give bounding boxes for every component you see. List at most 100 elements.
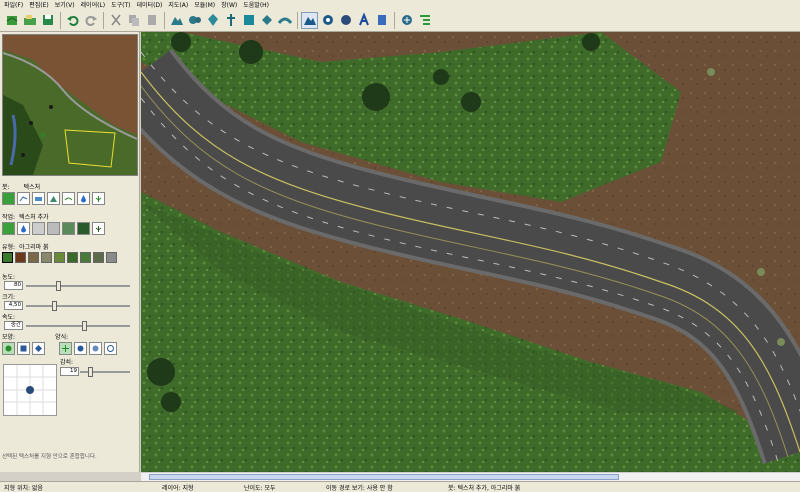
action-label: 작업: [2, 214, 16, 221]
brush-smooth-button[interactable] [62, 192, 75, 205]
scrollbar-thumb[interactable] [149, 474, 619, 480]
copy-button[interactable] [125, 12, 142, 29]
unit-layer-icon [340, 15, 351, 25]
region-palette-icon [243, 15, 254, 25]
water-icon [35, 197, 42, 201]
size-label: 크기: [2, 294, 16, 301]
cut-button[interactable] [107, 12, 124, 29]
action-buttons [2, 222, 107, 235]
status-location: 지형 위치: 없음 [4, 484, 43, 492]
menu-window[interactable]: 창(W) [221, 0, 237, 9]
unit-palette-button[interactable] [204, 12, 221, 29]
speed-slider-thumb[interactable] [82, 321, 87, 331]
density-value[interactable]: 80 [4, 281, 23, 290]
size-slider-thumb[interactable] [52, 301, 57, 311]
texture-swatch[interactable] [54, 252, 65, 263]
menu-module[interactable]: 모듈(M) [194, 0, 215, 9]
shape-square-button[interactable] [17, 342, 30, 355]
menu-edit[interactable]: 편집(E) [29, 0, 49, 9]
texture-swatch[interactable] [106, 252, 117, 263]
style-solid-button[interactable] [74, 342, 87, 355]
raise-icon [50, 196, 57, 202]
minimap[interactable] [2, 34, 138, 176]
speed-slider[interactable] [26, 325, 130, 327]
action-fill-button[interactable] [77, 222, 90, 235]
camera-palette-button[interactable] [258, 12, 275, 29]
new-map-button[interactable] [3, 12, 20, 29]
texture-swatch[interactable] [67, 252, 78, 263]
menu-layer[interactable]: 레이어(L) [81, 0, 106, 9]
texture-swatch[interactable] [80, 252, 91, 263]
action-drop-button[interactable] [17, 222, 30, 235]
redo-icon [85, 16, 97, 26]
feather-slider-thumb[interactable] [88, 367, 93, 377]
density-slider-thumb[interactable] [56, 281, 61, 291]
open-button[interactable] [21, 12, 38, 29]
region-layer-button[interactable] [373, 12, 390, 29]
doodad-palette-button[interactable] [186, 12, 203, 29]
menu-map[interactable]: 지도(A) [168, 0, 188, 9]
menu-view[interactable]: 보기(V) [55, 0, 75, 9]
brush-raise-button[interactable] [47, 192, 60, 205]
feather-label: 감쇠: [60, 359, 74, 366]
texture-swatch[interactable] [93, 252, 104, 263]
size-value[interactable]: 4,50 [4, 301, 23, 310]
main-toolbar [0, 9, 800, 32]
object-editor-button[interactable] [398, 12, 415, 29]
save-icon [42, 15, 53, 25]
brush-preview-grid[interactable] [3, 364, 57, 416]
save-button[interactable] [39, 12, 56, 29]
shape-circle-button[interactable] [2, 342, 15, 355]
texture-swatch[interactable] [41, 252, 52, 263]
menu-data[interactable]: 데이터(D) [137, 0, 163, 9]
style-soft-button[interactable] [104, 342, 117, 355]
brush-plant-button[interactable] [92, 192, 105, 205]
map-horizontal-scrollbar[interactable] [141, 472, 800, 481]
map-viewport[interactable] [141, 32, 800, 472]
brush-drop-button[interactable] [77, 192, 90, 205]
brush-cliff-button[interactable] [17, 192, 30, 205]
camera-palette-icon [261, 15, 272, 25]
terrain-layer-button[interactable] [301, 11, 318, 29]
unit-layer-button[interactable] [337, 12, 354, 29]
size-slider[interactable] [26, 305, 130, 307]
redo-button[interactable] [82, 12, 99, 29]
shape-style-buttons [2, 342, 119, 355]
tool-palette-panel: 붓: 텍스처 작업: 텍스처 추가 유형: 아그리마 붉 농도: 80 크기: … [0, 32, 140, 472]
text-layer-button[interactable] [355, 12, 372, 29]
texture-swatch[interactable] [15, 252, 26, 263]
menu-bar: 파일(F) 편집(E) 보기(V) 레이어(L) 도구(T) 데이터(D) 지도… [0, 0, 800, 9]
speed-value[interactable]: 중간 [4, 321, 23, 330]
trigger-editor-button[interactable] [416, 12, 433, 29]
texture-swatch[interactable] [2, 252, 13, 263]
doodad-layer-button[interactable] [319, 12, 336, 29]
density-row: 농도: [2, 272, 15, 281]
style-point-button[interactable] [59, 342, 72, 355]
brush-water-button[interactable] [32, 192, 45, 205]
plant-icon [95, 226, 102, 232]
menu-help[interactable]: 도움말(H) [243, 0, 269, 9]
style-spread-button[interactable] [89, 342, 102, 355]
action-replace-button[interactable] [62, 222, 75, 235]
region-layer-icon [377, 15, 386, 25]
feather-value[interactable]: 19 [60, 367, 79, 376]
path-palette-button[interactable] [276, 12, 293, 29]
status-path: 이동 경로 보기: 사용 안 함 [326, 484, 393, 492]
action-erase-button[interactable] [32, 222, 45, 235]
menu-file[interactable]: 파일(F) [4, 0, 23, 9]
action-blend-button[interactable] [47, 222, 60, 235]
brush-texture-button[interactable] [2, 192, 15, 205]
action-add-button[interactable] [2, 222, 15, 235]
texture-swatch[interactable] [28, 252, 39, 263]
shape-diamond-button[interactable] [32, 342, 45, 355]
action-plant-button[interactable] [92, 222, 105, 235]
density-slider[interactable] [26, 285, 130, 287]
item-palette-button[interactable] [222, 12, 239, 29]
paste-button[interactable] [143, 12, 160, 29]
speed-label: 속도: [2, 314, 16, 321]
terrain-palette-button[interactable] [168, 12, 185, 29]
open-icon [23, 15, 36, 25]
region-palette-button[interactable] [240, 12, 257, 29]
menu-tools[interactable]: 도구(T) [111, 0, 130, 9]
undo-button[interactable] [64, 12, 81, 29]
